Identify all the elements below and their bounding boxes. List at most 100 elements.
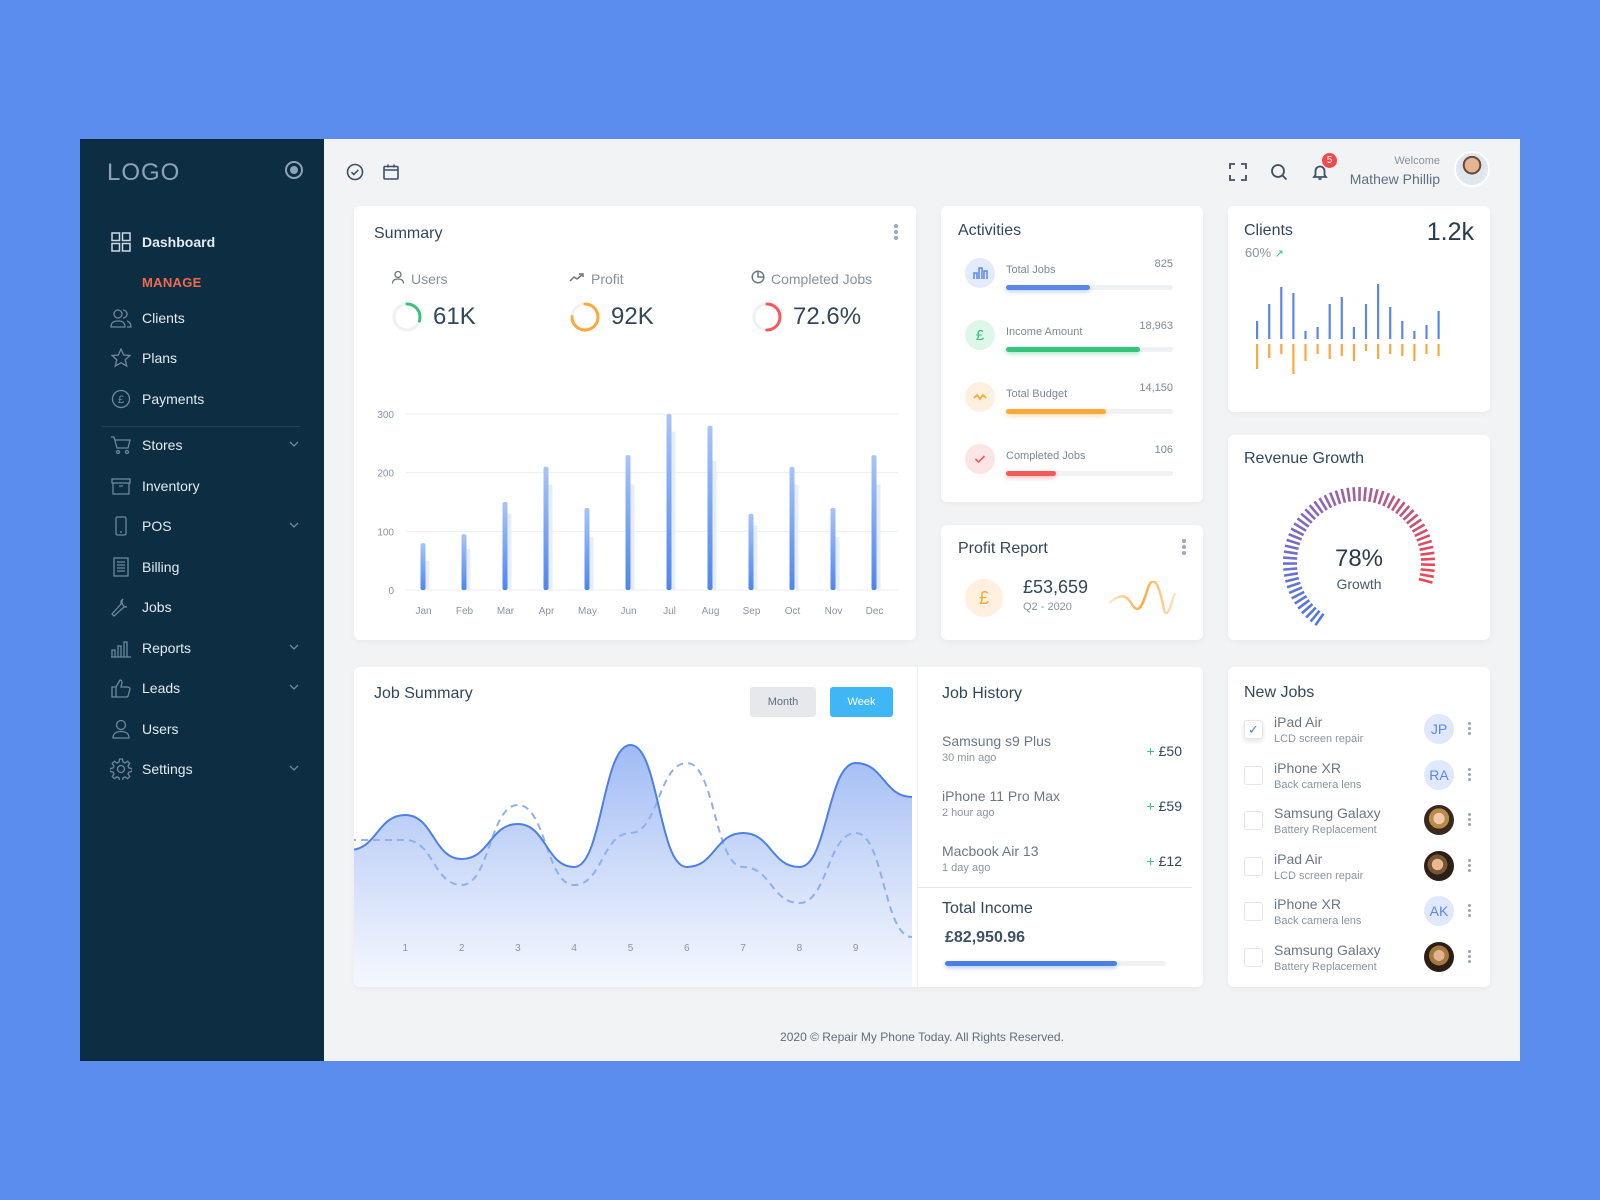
profit-report-card: Profit Report £ £53,659 Q2 - 2020 — [941, 525, 1203, 640]
chevron-down-icon — [288, 518, 300, 534]
job-checkbox[interactable] — [1244, 947, 1263, 967]
activity-label: Income Amount — [1006, 326, 1083, 338]
job-checkbox[interactable] — [1244, 902, 1263, 921]
logo: LOGO — [107, 159, 181, 186]
users-icon — [391, 270, 405, 287]
total-income-value: £82,950.96 — [945, 929, 1026, 946]
x-tick-label: Feb — [456, 606, 474, 617]
user-avatar[interactable] — [1454, 151, 1490, 187]
sidebar-item-label: Inventory — [142, 478, 200, 494]
sidebar-item-plans[interactable]: Plans — [110, 344, 300, 372]
more-options-icon[interactable] — [894, 224, 898, 242]
checkmark-icon: ✓ — [1248, 721, 1259, 737]
search-icon[interactable] — [1268, 161, 1290, 183]
job-checkbox[interactable] — [1244, 856, 1263, 876]
job-history-item[interactable]: iPhone 11 Pro Max 2 hour ago + £59 — [942, 788, 1182, 819]
job-amount-value: £12 — [1158, 853, 1182, 869]
check-circle-icon[interactable] — [344, 161, 366, 183]
sidebar-item-users[interactable]: Users — [110, 715, 300, 743]
stat-label: Completed Jobs — [771, 270, 873, 287]
job-checkbox[interactable] — [1244, 811, 1263, 830]
sidebar-item-label: Dashboard — [142, 234, 216, 250]
client-bar-up — [1437, 311, 1440, 339]
client-bar-down — [1389, 344, 1392, 354]
y-tick-label: 200 — [377, 469, 394, 480]
job-checkbox[interactable]: ✓ — [1244, 720, 1263, 739]
x-tick-label: Jul — [663, 606, 676, 617]
x-tick-label: 2 — [459, 943, 465, 954]
month-toggle-button[interactable]: Month — [750, 687, 816, 717]
more-options-icon[interactable] — [1468, 858, 1472, 874]
client-bar-up — [1280, 287, 1283, 339]
more-options-icon[interactable] — [1468, 813, 1472, 828]
sidebar-item-pos[interactable]: POS — [110, 512, 300, 540]
more-options-icon[interactable] — [1468, 767, 1472, 783]
bar-primary — [584, 507, 590, 590]
sidebar-toggle-icon[interactable] — [285, 161, 303, 179]
progress-ring — [752, 302, 782, 332]
more-options-icon[interactable] — [1468, 722, 1472, 737]
assignee-avatar: RA — [1424, 759, 1454, 790]
sidebar-item-reports[interactable]: Reports — [110, 634, 300, 662]
bar-secondary — [425, 560, 430, 590]
sidebar-item-jobs[interactable]: Jobs — [110, 593, 300, 621]
more-options-icon[interactable] — [1468, 949, 1472, 965]
job-device: Samsung Galaxy — [1274, 941, 1381, 958]
new-job-item: iPhone XR Back camera lens RA — [1244, 759, 1476, 800]
bar-secondary — [712, 460, 717, 590]
users-icon — [110, 307, 132, 329]
client-bar-down — [1256, 344, 1259, 369]
total-income-progress — [945, 961, 1166, 966]
assignee-avatar — [1424, 805, 1454, 835]
gauge-tick — [1372, 488, 1379, 504]
bar-chart-icon — [965, 258, 995, 288]
sidebar-item-stores[interactable]: Stores — [110, 431, 300, 459]
gauge-tick — [1288, 532, 1303, 541]
job-checkbox[interactable] — [1244, 765, 1263, 785]
activity-label: Completed Jobs — [1006, 450, 1086, 462]
job-amount-value: £59 — [1158, 798, 1182, 814]
activity-value: 106 — [1154, 444, 1173, 456]
bell-icon[interactable]: 5 — [1309, 153, 1337, 183]
activity-completed-jobs: Completed Jobs 106 — [965, 444, 1173, 484]
card-title: Profit Report — [958, 540, 1048, 557]
job-history-item[interactable]: Samsung s9 Plus 30 min ago + £50 — [942, 733, 1182, 764]
client-bar-up — [1352, 327, 1355, 339]
x-tick-label: Aug — [702, 606, 720, 617]
y-tick-label: 100 — [377, 527, 394, 538]
bar-secondary — [876, 484, 881, 590]
job-device: iPhone XR — [1274, 896, 1341, 912]
job-history-item[interactable]: Macbook Air 13 1 day ago + £12 — [942, 843, 1182, 874]
archive-icon — [110, 475, 132, 497]
more-options-icon[interactable] — [1468, 904, 1472, 919]
x-tick-label: 9 — [853, 943, 859, 954]
sidebar-item-settings[interactable]: Settings — [110, 755, 300, 783]
gauge-tick — [1290, 527, 1305, 537]
more-options-icon[interactable] — [1182, 539, 1186, 557]
sidebar-item-label: Plans — [142, 350, 178, 366]
week-toggle-button[interactable]: Week — [830, 687, 893, 717]
y-tick-label: 0 — [388, 586, 394, 597]
bar-primary — [830, 507, 836, 590]
stat-value: 92K — [611, 303, 654, 330]
footer-text: 2020 © Repair My Phone Today. All Rights… — [780, 1030, 1064, 1044]
fullscreen-icon[interactable] — [1227, 161, 1249, 183]
user-name[interactable]: Mathew Phillip — [1350, 171, 1440, 187]
x-tick-label: 3 — [515, 943, 521, 954]
gauge-tick — [1414, 528, 1428, 538]
sidebar-item-dashboard[interactable]: Dashboard — [110, 228, 300, 256]
new-job-item: iPhone XR Back camera lens AK — [1244, 896, 1476, 936]
client-bar-up — [1316, 327, 1319, 339]
client-bar-up — [1304, 331, 1307, 339]
sidebar-item-inventory[interactable]: Inventory — [110, 472, 300, 500]
sidebar-item-clients[interactable]: Clients — [110, 304, 300, 332]
sidebar-item-billing[interactable]: Billing — [110, 553, 300, 581]
sidebar-item-leads[interactable]: Leads — [110, 674, 300, 702]
client-bar-down — [1377, 344, 1380, 359]
calendar-icon[interactable] — [380, 161, 402, 183]
plus-sign: + — [1146, 743, 1155, 759]
assignee-avatar — [1424, 941, 1454, 972]
x-tick-label: Oct — [785, 606, 801, 617]
stat-profit: Profit 92K — [569, 270, 654, 333]
sidebar-item-payments[interactable]: £ Payments — [110, 385, 300, 413]
